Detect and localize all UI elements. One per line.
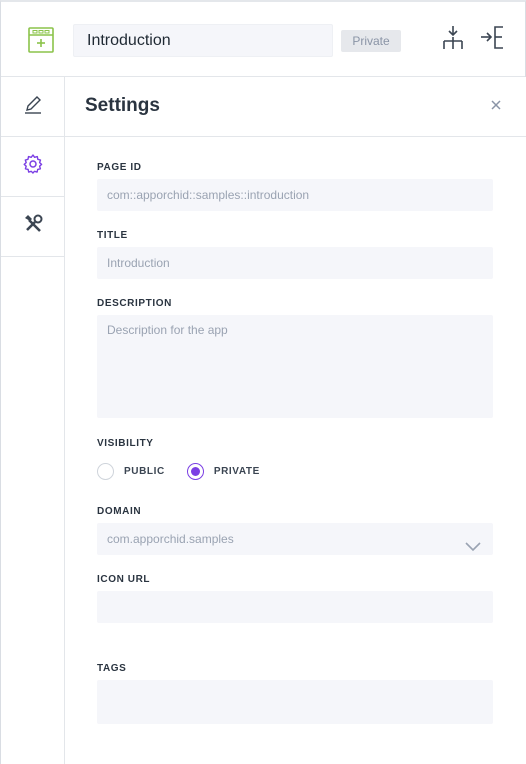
public-radio[interactable]: [97, 462, 114, 480]
page-id-label: PAGE ID: [97, 162, 142, 173]
description-label: DESCRIPTION: [97, 298, 172, 309]
visibility-label: VISIBILITY: [97, 438, 154, 449]
app-frame: Private: [0, 0, 526, 764]
page-id-field[interactable]: [97, 179, 493, 211]
page-title-input[interactable]: [73, 24, 333, 57]
tools-icon: [22, 213, 44, 240]
left-rail: [1, 77, 65, 764]
top-header: Private: [1, 2, 525, 77]
tags-field[interactable]: [97, 680, 493, 724]
rail-item-tools[interactable]: [1, 197, 64, 257]
title-label: TITLE: [97, 230, 128, 241]
icon-url-label: ICON URL: [97, 574, 151, 585]
settings-title: Settings: [85, 95, 160, 116]
chevron-down-icon: [465, 532, 481, 552]
visibility-badge: Private: [341, 30, 401, 52]
collapse-panel-icon[interactable]: [479, 24, 507, 52]
visibility-radio-group: PUBLIC PRIVATE: [97, 462, 260, 480]
domain-value: com.apporchid.samples: [107, 532, 234, 546]
domain-select[interactable]: com.apporchid.samples: [97, 523, 493, 555]
rail-item-edit[interactable]: [1, 77, 64, 137]
private-radio[interactable]: [186, 462, 204, 480]
description-field[interactable]: [97, 315, 493, 418]
private-radio-label[interactable]: PRIVATE: [214, 466, 260, 477]
app-window-icon: [28, 27, 54, 53]
domain-label: DOMAIN: [97, 506, 142, 517]
rail-item-settings[interactable]: [1, 137, 64, 197]
pen-icon: [22, 93, 44, 120]
close-icon[interactable]: [488, 97, 504, 113]
settings-panel: Settings PAGE ID TITLE DESCRIPTION VISIB…: [65, 77, 526, 764]
settings-header: Settings: [65, 77, 526, 137]
public-radio-label[interactable]: PUBLIC: [124, 466, 165, 477]
gear-icon: [22, 153, 44, 180]
publish-tree-icon[interactable]: [439, 24, 467, 52]
title-field[interactable]: [97, 247, 493, 279]
icon-url-field[interactable]: [97, 591, 493, 623]
tags-label: TAGS: [97, 663, 127, 674]
